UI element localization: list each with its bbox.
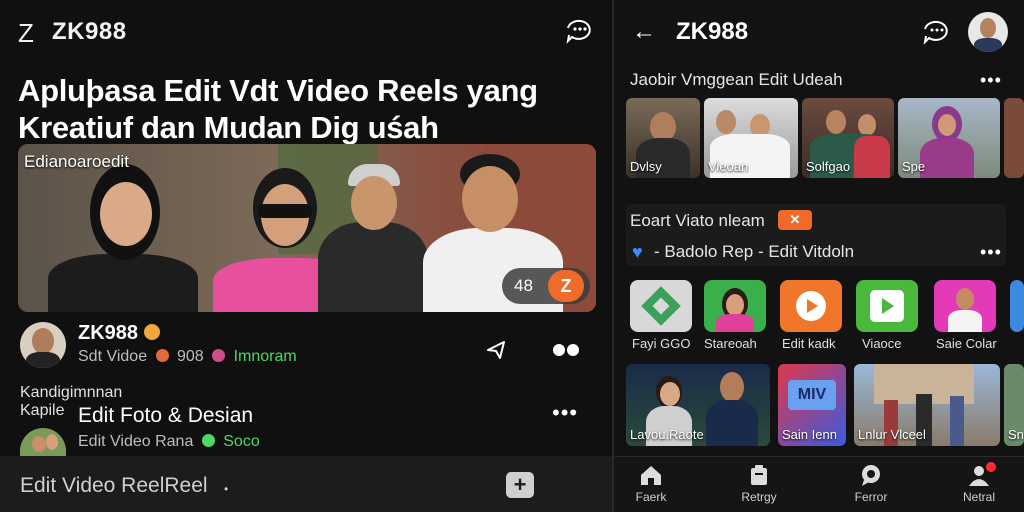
add-button[interactable]: + <box>506 472 534 498</box>
side-label-2: Kapile <box>20 402 65 419</box>
profile-avatar[interactable] <box>968 12 1008 52</box>
left-pane: Z ZK988 Apluþasa Edit Vdt Video Reels ya… <box>0 0 612 512</box>
headline-line-2: Kreatiuf dan Mudan Dig uśah <box>18 110 439 145</box>
video-tile-2[interactable]: Vieoan <box>704 98 798 178</box>
chat-icon[interactable] <box>920 16 952 46</box>
headline-line-1: Apluþasa Edit Vdt Video Reels yang <box>18 73 538 108</box>
app-tile-5-label: Saie Colar <box>936 336 997 351</box>
library-icon <box>751 465 767 485</box>
typing-dots-icon: • <box>224 482 229 496</box>
app-tile-6[interactable] <box>1010 280 1024 332</box>
side-label-1: Kandigimnnan <box>20 384 123 401</box>
post2-title: Edit Foto & Desian <box>78 404 254 427</box>
post1-sub-prefix: Sdt Vidoe <box>78 348 148 365</box>
left-topbar: Z ZK988 <box>0 0 612 62</box>
app-tile-2[interactable] <box>704 280 766 332</box>
section2-badge[interactable]: ✕ <box>778 210 812 230</box>
post1-avatar[interactable] <box>20 322 66 368</box>
post2-sub-tag[interactable]: Soco <box>223 433 259 450</box>
app-title: ZK988 <box>52 18 127 45</box>
post1-subtitle: Sdt Vidoe 908 Imnoram <box>78 348 297 366</box>
post1-title-text: ZK988 <box>78 322 139 344</box>
app-tile-4-label: Viaoce <box>862 336 902 351</box>
video-tile-row3-4[interactable]: Sn <box>1004 364 1024 446</box>
heart-icon: ♥ <box>632 242 643 262</box>
post1-sub-number: 908 <box>177 348 204 365</box>
video-tile-row3-3-label: Lnlur Vlceel <box>858 427 926 442</box>
section2-more-icon[interactable]: ••• <box>980 242 1002 263</box>
play-box-icon <box>870 290 904 322</box>
toggle-icon[interactable] <box>552 343 580 357</box>
video-tile-3-label: Solfgao <box>806 159 851 174</box>
nav-library-label: Retrgy <box>741 490 777 504</box>
hero-action-button[interactable]: Z <box>548 270 584 302</box>
back-arrow-icon[interactable]: ← <box>632 18 656 46</box>
share-icon[interactable] <box>484 338 508 362</box>
app-root: Z ZK988 Apluþasa Edit Vdt Video Reels ya… <box>0 0 1024 512</box>
check-icon <box>201 434 215 447</box>
video-tile-1[interactable]: Dvlsy <box>626 98 700 178</box>
nav-messages-label: Ferror <box>854 490 888 504</box>
page-headline: Apluþasa Edit Vdt Video Reels yang Kreat… <box>18 72 598 146</box>
app-tile-2-label: Stareoah <box>704 336 757 351</box>
app-tile-5[interactable] <box>934 280 996 332</box>
app-tile-1[interactable] <box>630 280 692 332</box>
play-icon <box>796 291 826 321</box>
section1-title: Jaobir Vmggean Edit Udeah <box>630 70 843 89</box>
section2-item[interactable]: - Badolo Rep - Edit Vitdoln <box>654 242 854 262</box>
home-icon <box>641 466 661 485</box>
post2-subtitle: Edit Video Rana Soco <box>78 433 260 451</box>
video-tile-4[interactable]: Spe <box>898 98 1000 178</box>
post1-sub-tag[interactable]: Imnoram <box>234 348 297 365</box>
post2-more-icon[interactable]: ••• <box>552 400 578 426</box>
section1-more-icon[interactable]: ••• <box>980 70 1002 91</box>
nav-home-label: Faerk <box>635 490 667 504</box>
post2-avatar[interactable] <box>20 428 66 456</box>
chat-settings-icon[interactable] <box>562 14 596 48</box>
video-tile-4-label: Spe <box>902 159 926 174</box>
nav-library[interactable]: Retrgy <box>724 464 794 504</box>
tag-icon <box>212 349 226 362</box>
right-title: ZK988 <box>676 18 749 45</box>
video-tile-row3-1[interactable]: Lavou.Raote <box>626 364 770 446</box>
section2-title: Eoart Viato nleam <box>630 211 765 230</box>
hero-label: Edianoaroedit <box>24 152 129 171</box>
emoji-icon <box>143 324 160 340</box>
app-tile-4[interactable] <box>856 280 918 332</box>
app-tile-3[interactable] <box>780 280 842 332</box>
video-tile-row3-2[interactable]: MIV Sain Ienn <box>778 364 846 446</box>
reaction-icon <box>155 349 169 362</box>
logo-icon[interactable]: Z <box>18 18 34 49</box>
post2-sub-prefix: Edit Video Rana <box>78 433 194 450</box>
video-tile-row3-3[interactable]: Lnlur Vlceel <box>854 364 1000 446</box>
composer-input[interactable]: Edit Video ReelReel <box>20 474 208 498</box>
nav-profile[interactable]: Netral <box>944 464 1014 504</box>
video-tile-3[interactable]: Solfgao <box>802 98 894 178</box>
video-tile-1-label: Dvlsy <box>630 159 662 174</box>
post1-title: ZK988 <box>78 322 160 345</box>
nav-messages[interactable]: Ferror <box>836 464 906 504</box>
notification-badge <box>986 462 996 472</box>
message-icon <box>862 465 880 486</box>
video-tile-row3-2-label: Sain Ienn <box>782 427 837 442</box>
video-tile-2-label: Vieoan <box>708 159 749 174</box>
nav-profile-label: Netral <box>962 490 995 504</box>
hero-pill-text: 48 <box>514 276 533 295</box>
nav-home[interactable]: Faerk <box>616 464 686 504</box>
video-tile-row3-1-label: Lavou.Raote <box>630 427 704 442</box>
app-tile-1-label: Fayi GGO <box>632 336 691 351</box>
video-tile-row3-4-label: Sn <box>1008 427 1024 442</box>
video-tile-5[interactable] <box>1004 98 1024 178</box>
app-tile-3-label: Edit kadk <box>782 336 836 351</box>
